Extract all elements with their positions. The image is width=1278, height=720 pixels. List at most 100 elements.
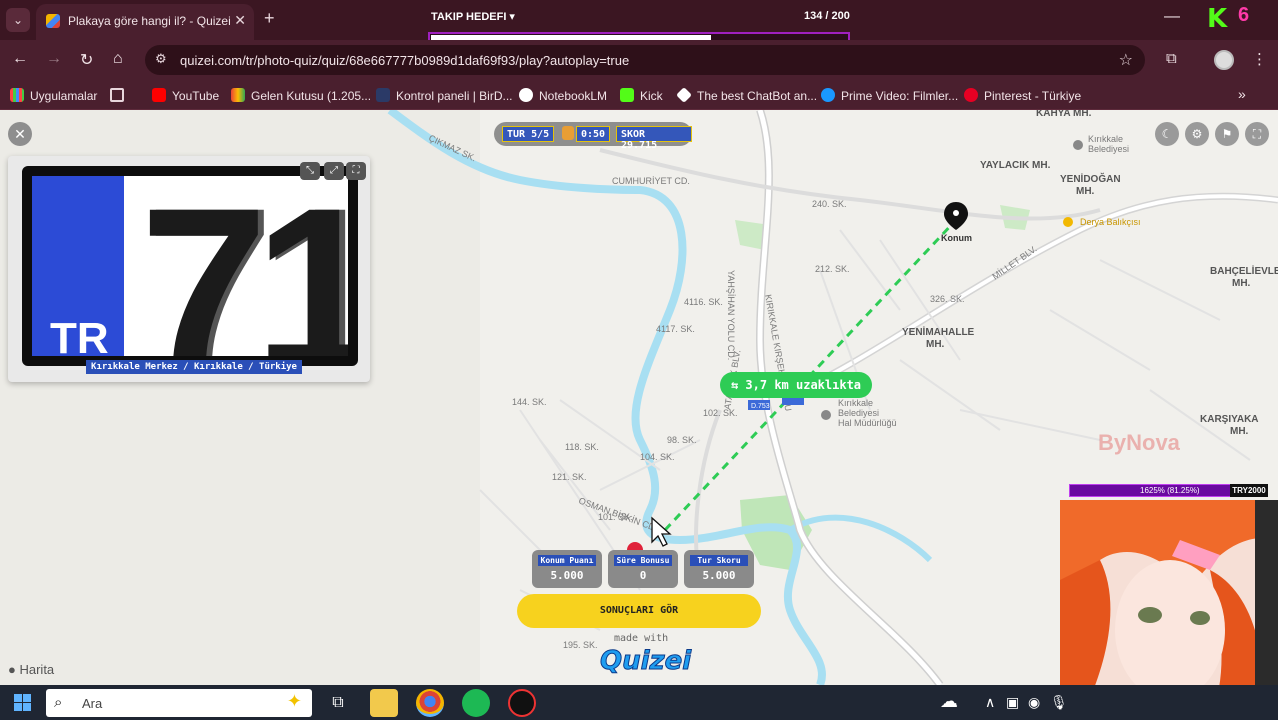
tab-groups-icon[interactable] [110, 88, 124, 102]
svg-text:121. SK.: 121. SK. [552, 472, 587, 482]
bookmark-chatbot[interactable]: The best ChatBot an... [676, 87, 817, 103]
back-arrow-icon[interactable]: ← [12, 50, 28, 68]
svg-text:KAHYA MH.: KAHYA MH. [1036, 110, 1092, 119]
search-icon: ⌕ [54, 694, 63, 711]
bookmark-prime-video[interactable]: Prime Video: Filmler... [821, 88, 958, 103]
file-explorer-icon[interactable] [370, 689, 398, 717]
time-bonus-label: Süre Bonusu [614, 555, 672, 566]
svg-text:MH.: MH. [1232, 278, 1251, 289]
windows-taskbar: ⌕ Ara ✦ ⧉ ☁ ∧ ▣ ◉ 🎙 [0, 685, 1278, 720]
svg-text:Belediyesi: Belediyesi [838, 408, 879, 418]
close-quiz-button[interactable]: ✕ [8, 122, 32, 146]
theme-toggle-icon[interactable]: ☾ [1155, 122, 1179, 146]
taskbar-search-placeholder: Ara [82, 696, 103, 711]
chrome-icon[interactable] [416, 689, 444, 717]
location-points-value: 5.000 [550, 569, 584, 582]
svg-text:326. SK.: 326. SK. [930, 294, 965, 304]
expand-icon[interactable]: ⤢ [324, 162, 344, 180]
task-view-icon[interactable]: ⧉ [324, 689, 352, 717]
apple-logo-icon: ● [8, 662, 16, 677]
shrink-icon[interactable]: ⤡ [300, 162, 320, 180]
svg-text:195. SK.: 195. SK. [563, 640, 598, 650]
svg-text:YENİMAHALLE: YENİMAHALLE [902, 325, 975, 338]
fullscreen-icon[interactable]: ⛶ [1245, 122, 1269, 146]
svg-text:MH.: MH. [1076, 186, 1095, 197]
kick-overlay-number: 6 [1238, 4, 1250, 26]
bookmark-birdeye[interactable]: Kontrol paneli | BirD... [376, 88, 513, 103]
svg-text:104. SK.: 104. SK. [640, 452, 675, 462]
apps-grid-icon [10, 88, 24, 102]
bookmarks-overflow-chevron-icon[interactable]: » [1238, 86, 1246, 102]
time-bonus-value: 0 [639, 569, 647, 582]
round-score-value: 5.000 [702, 569, 736, 582]
chatbot-icon [676, 87, 692, 103]
tab-active[interactable]: Plakaya göre hangi il? - Quizei ✕ [36, 4, 254, 40]
timer-value: 0:50 [576, 126, 611, 142]
bookmark-pinterest[interactable]: Pinterest - Türkiye [964, 88, 1081, 103]
kick-icon [620, 88, 634, 102]
svg-text:4116. SK.: 4116. SK. [684, 297, 723, 307]
tray-app-icon[interactable]: ▣ [1006, 694, 1019, 711]
tab-bar: ⌄ Plakaya göre hangi il? - Quizei ✕ + TA… [0, 0, 1278, 46]
bookmark-star-icon[interactable]: ☆ [1119, 50, 1133, 70]
tab-search-chevron-icon[interactable]: ⌄ [6, 8, 30, 32]
plate-country-code: TR [50, 314, 109, 363]
gmail-icon [231, 88, 245, 102]
sub-goal-tag: TRY2000 [1230, 484, 1268, 497]
spotify-icon[interactable] [462, 689, 490, 717]
tray-overflow-chevron-icon[interactable]: ∧ [985, 694, 995, 711]
tray-mic-icon[interactable]: 🎙 [1050, 694, 1068, 711]
location-points-box: Konum Puanı 5.000 [532, 550, 602, 588]
plate-photo-card: TR 71 ⤡ ⤢ ⛶ Kırıkkale Merkez / Kırıkkale… [8, 156, 370, 382]
svg-text:144. SK.: 144. SK. [512, 397, 547, 407]
svg-text:102. SK.: 102. SK. [703, 408, 738, 418]
bookmark-apps[interactable]: Uygulamalar [10, 88, 97, 103]
license-plate-image: TR 71 [22, 166, 358, 366]
quizei-logo[interactable]: Quizei [599, 646, 691, 677]
new-tab-plus-icon[interactable]: + [264, 8, 275, 29]
reload-icon[interactable]: ↻ [80, 50, 93, 70]
profile-avatar[interactable] [1214, 50, 1234, 70]
extensions-puzzle-icon[interactable]: ⧉ [1166, 50, 1177, 67]
svg-text:Belediyesi: Belediyesi [1088, 144, 1129, 154]
svg-text:101. SK.: 101. SK. [598, 512, 633, 522]
bookmark-kick[interactable]: Kick [620, 88, 663, 103]
tray-network-icon[interactable]: ◉ [1028, 694, 1040, 711]
recording-app-icon[interactable] [508, 689, 536, 717]
bookmark-youtube[interactable]: YouTube [152, 88, 219, 103]
round-score-box: Tur Skoru 5.000 [684, 550, 754, 588]
fullscreen-photo-icon[interactable]: ⛶ [346, 162, 366, 180]
svg-text:CUMHURİYET CD.: CUMHURİYET CD. [612, 176, 690, 186]
site-info-icon[interactable]: ⚙ [155, 51, 167, 67]
bookmarks-bar: Uygulamalar YouTube Gelen Kutusu (1.205.… [0, 80, 1278, 110]
kick-logo-icon: K [1207, 4, 1228, 34]
bookmark-notebooklm[interactable]: NotebookLM [519, 88, 607, 103]
quizei-favicon-icon [46, 14, 60, 28]
svg-text:98. SK.: 98. SK. [667, 435, 697, 445]
browser-menu-kebab-icon[interactable]: ⋮ [1252, 50, 1267, 68]
weather-cloud-icon[interactable]: ☁ [940, 691, 958, 712]
see-results-button[interactable]: SONUÇLARI GÖR [517, 594, 761, 628]
home-icon[interactable]: ⌂ [113, 50, 123, 68]
svg-text:240. SK.: 240. SK. [812, 199, 847, 209]
prime-video-icon [821, 88, 835, 102]
report-flag-icon[interactable]: ⚑ [1215, 122, 1239, 146]
minimize-icon[interactable]: — [1164, 8, 1180, 26]
score-value: SKOR 29.715 [616, 126, 692, 151]
copilot-sparkle-icon: ✦ [286, 691, 302, 711]
svg-text:Kırıkkale: Kırıkkale [838, 398, 873, 408]
time-bonus-box: Süre Bonusu 0 [608, 550, 678, 588]
stream-watermark: ByNova [1098, 430, 1180, 455]
follow-goal-title: TAKIP HEDEFI ▾ [431, 11, 515, 23]
address-bar[interactable]: ⚙ quizei.com/tr/photo-quiz/quiz/68e66777… [145, 45, 1145, 75]
pinterest-icon [964, 88, 978, 102]
windows-start-icon[interactable] [14, 694, 31, 711]
tab-title: Plakaya göre hangi il? - Quizei [68, 14, 231, 28]
taskbar-search-box[interactable]: ⌕ Ara ✦ [46, 689, 312, 717]
address-bar-url[interactable]: quizei.com/tr/photo-quiz/quiz/68e667777b… [180, 53, 629, 68]
forward-arrow-icon[interactable]: → [46, 50, 62, 68]
svg-text:D.753: D.753 [751, 403, 770, 410]
tab-close-icon[interactable]: ✕ [234, 12, 246, 29]
settings-gear-icon[interactable]: ⚙ [1185, 122, 1209, 146]
bookmark-gmail[interactable]: Gelen Kutusu (1.205... [231, 88, 371, 103]
